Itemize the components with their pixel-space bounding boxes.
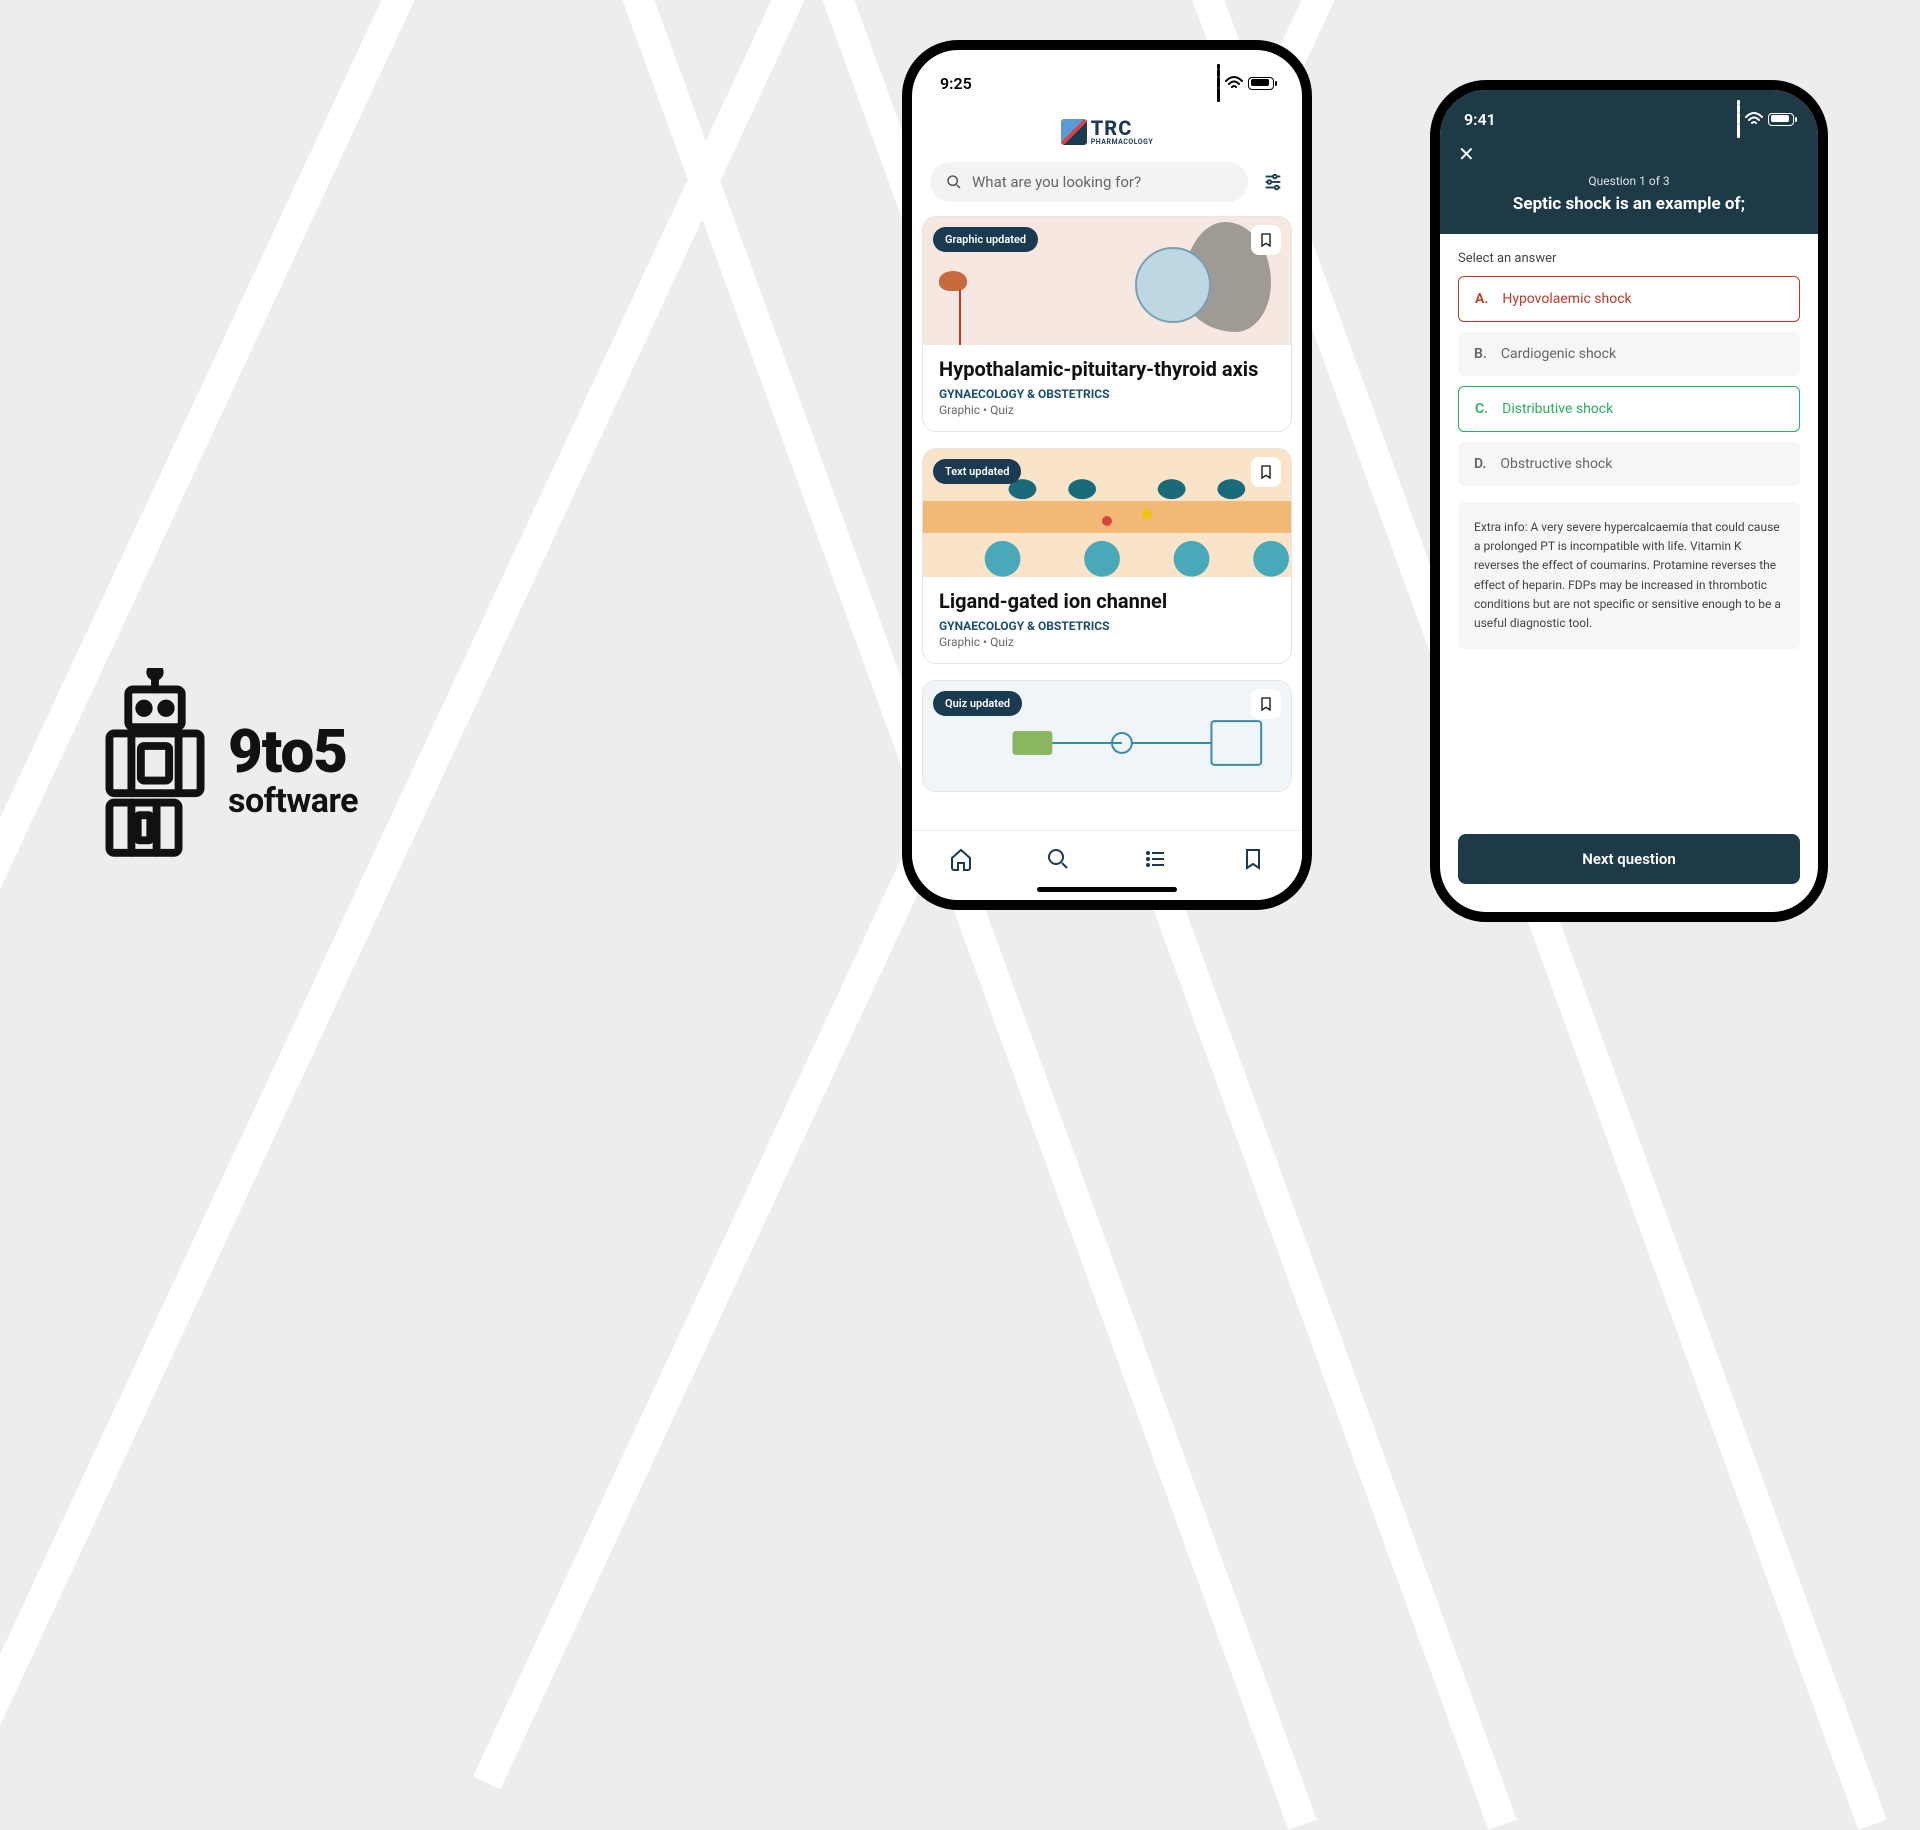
list-icon[interactable] bbox=[1144, 847, 1168, 871]
card-meta: Graphic • Quiz bbox=[939, 403, 1275, 417]
answer-letter: A. bbox=[1475, 291, 1488, 307]
answer-letter: B. bbox=[1474, 346, 1487, 362]
brand-name: TRC bbox=[1091, 118, 1133, 138]
status-time: 9:25 bbox=[940, 74, 972, 93]
card-graphic: Quiz updated bbox=[923, 681, 1291, 791]
filter-icon[interactable] bbox=[1262, 171, 1284, 193]
content-card[interactable]: Text updated Ligand-gated ion channel GY… bbox=[922, 448, 1292, 664]
wifi-icon bbox=[1225, 76, 1243, 90]
content-card[interactable]: Graphic updated Hypothalamic-pituitary-t… bbox=[922, 216, 1292, 432]
app-logo: TRC PHARMACOLOGY bbox=[912, 118, 1302, 146]
trc-mark-icon bbox=[1061, 119, 1087, 145]
bookmarks-tab-icon[interactable] bbox=[1241, 847, 1265, 871]
content-card[interactable]: Quiz updated bbox=[922, 680, 1292, 792]
phone-home-screen: 9:25 TRC PHARMACOLOGY What are you looki… bbox=[902, 40, 1312, 910]
card-meta: Graphic • Quiz bbox=[939, 635, 1275, 649]
signal-icon bbox=[1217, 64, 1220, 102]
answer-list: A. Hypovolaemic shock B. Cardiogenic sho… bbox=[1440, 276, 1818, 486]
update-badge: Quiz updated bbox=[933, 691, 1022, 716]
search-input[interactable]: What are you looking for? bbox=[930, 162, 1248, 202]
robot-icon bbox=[100, 668, 210, 868]
update-badge: Graphic updated bbox=[933, 227, 1038, 252]
answer-text: Cardiogenic shock bbox=[1501, 346, 1616, 362]
card-title: Ligand-gated ion channel bbox=[939, 589, 1275, 613]
bookmark-button[interactable] bbox=[1251, 689, 1281, 719]
content-feed[interactable]: Graphic updated Hypothalamic-pituitary-t… bbox=[912, 216, 1302, 826]
card-category: GYNAECOLOGY & OBSTETRICS bbox=[939, 619, 1275, 633]
status-icons bbox=[1217, 64, 1274, 102]
app-header: TRC PHARMACOLOGY bbox=[912, 108, 1302, 162]
question-counter: Question 1 of 3 bbox=[1458, 174, 1800, 188]
card-category: GYNAECOLOGY & OBSTETRICS bbox=[939, 387, 1275, 401]
battery-icon bbox=[1768, 113, 1794, 126]
card-graphic: Graphic updated bbox=[923, 217, 1291, 345]
company-subtitle: software bbox=[228, 781, 358, 821]
update-badge: Text updated bbox=[933, 459, 1021, 484]
bookmark-button[interactable] bbox=[1251, 225, 1281, 255]
answer-letter: C. bbox=[1475, 401, 1488, 417]
home-icon[interactable] bbox=[949, 847, 973, 871]
home-indicator[interactable] bbox=[1037, 887, 1177, 892]
card-title: Hypothalamic-pituitary-thyroid axis bbox=[939, 357, 1275, 381]
status-icons bbox=[1737, 100, 1794, 138]
search-tab-icon[interactable] bbox=[1046, 847, 1070, 871]
answer-letter: D. bbox=[1474, 456, 1486, 472]
company-name: 9to5 bbox=[228, 716, 358, 787]
company-logo: 9to5 software bbox=[100, 668, 358, 868]
phone-quiz-screen: 9:41 ✕ Question 1 of 3 Septic shock is a… bbox=[1430, 80, 1828, 922]
answer-text: Obstructive shock bbox=[1500, 456, 1612, 472]
bookmark-icon bbox=[1258, 232, 1274, 248]
status-time: 9:41 bbox=[1464, 110, 1496, 129]
brand-subtitle: PHARMACOLOGY bbox=[1091, 138, 1153, 146]
card-graphic: Text updated bbox=[923, 449, 1291, 577]
close-button[interactable]: ✕ bbox=[1458, 142, 1475, 166]
search-icon bbox=[946, 174, 962, 190]
status-bar: 9:41 bbox=[1458, 96, 1800, 140]
status-bar: 9:25 bbox=[912, 50, 1302, 108]
extra-info-box: Extra info: A very severe hypercalcaemia… bbox=[1458, 502, 1800, 649]
bookmark-button[interactable] bbox=[1251, 457, 1281, 487]
bookmark-icon bbox=[1258, 464, 1274, 480]
next-question-button[interactable]: Next question bbox=[1458, 834, 1800, 884]
question-title: Septic shock is an example of; bbox=[1458, 194, 1800, 214]
bookmark-icon bbox=[1258, 696, 1274, 712]
battery-icon bbox=[1248, 77, 1274, 90]
answer-option[interactable]: A. Hypovolaemic shock bbox=[1458, 276, 1800, 322]
signal-icon bbox=[1737, 100, 1740, 138]
answer-option[interactable]: D. Obstructive shock bbox=[1458, 442, 1800, 486]
answer-text: Distributive shock bbox=[1502, 401, 1613, 417]
answer-option[interactable]: C. Distributive shock bbox=[1458, 386, 1800, 432]
answer-option[interactable]: B. Cardiogenic shock bbox=[1458, 332, 1800, 376]
select-answer-label: Select an answer bbox=[1440, 237, 1818, 276]
answer-text: Hypovolaemic shock bbox=[1502, 291, 1631, 307]
search-placeholder: What are you looking for? bbox=[972, 173, 1141, 191]
wifi-icon bbox=[1745, 112, 1763, 126]
